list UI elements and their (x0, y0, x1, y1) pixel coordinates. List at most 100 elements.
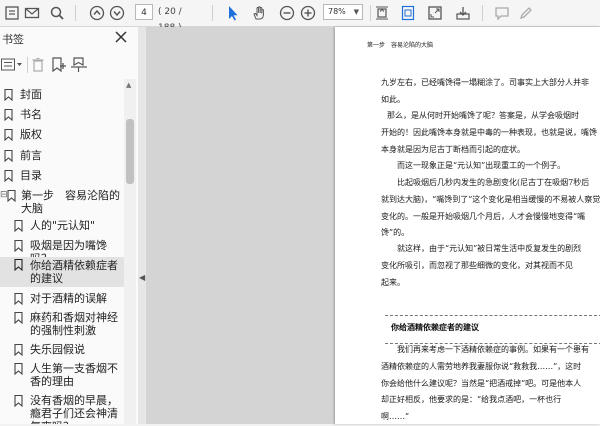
fullscreen-icon[interactable] (425, 3, 445, 23)
bookmark-item[interactable]: 前言 (0, 148, 124, 164)
main-toolbar: 4 ( 20 / 188 ) 78% ▼ (0, 0, 600, 33)
panel-splitter[interactable]: ◀ (138, 27, 146, 424)
bookmark-label: 麻药和香烟对神经的强制性刺激 (30, 311, 118, 337)
paragraph: 就到达大脑)，“嘴馋到了”这个变化是相当缓慢的不易被人察觉的 变化的。一般是开始… (381, 192, 600, 242)
zoom-select[interactable]: 78% ▼ (323, 4, 363, 20)
text-line: 我们再来考虑一下酒精依赖症的事例。如果有一个患有 (397, 345, 589, 354)
paragraph: 而这一现象正是“元认知”出现重工的一个例子。 (397, 158, 600, 175)
bookmark-icon (14, 259, 23, 271)
scroll-up-icon[interactable]: ▲ (126, 81, 131, 89)
bookmark-item[interactable]: 版权 (0, 127, 124, 143)
bookmark-label: 没有香烟的早晨，瘾君子们还会神清气爽吗？ (30, 394, 118, 424)
bookmark-item[interactable]: 人的"元认知" (0, 218, 124, 234)
prev-page-icon[interactable] (87, 3, 107, 23)
options-menu-icon[interactable] (1, 56, 23, 74)
paragraph: 那么，是从何时开始嘴馋了呢？答案是，从学会吸烟时 (387, 108, 600, 125)
zoom-in-icon[interactable] (298, 3, 318, 23)
page-number-input[interactable]: 4 (135, 4, 153, 20)
bookmark-item[interactable]: 对于酒精的误解 (0, 291, 124, 307)
text-line: 而这一现象正是“元认知”出现重工的一个例子。 (397, 161, 566, 170)
running-head: 第一步 容易沦陷的大脑 (367, 42, 434, 49)
text-line: 开始的！因此嘴馋本身就是中毒的一种表现，也就是说，嘴馋 (381, 128, 597, 137)
text-line: 啊……” (381, 412, 410, 422)
email-icon[interactable] (22, 3, 42, 23)
paragraph: 变化所吸引，而忽视了那些细微的变化，对其视而不见 起来。 (381, 258, 596, 291)
close-icon[interactable] (114, 30, 128, 44)
text-line: 变化的。一般是开始吸烟几个月后，人才会慢慢地变得“嘴 (381, 211, 586, 221)
paragraph: 比起吸烟后几秒内发生的急剧变化(尼古丁在吸烟7秒后 (397, 175, 600, 192)
bookmark-item[interactable]: 麻药和香烟对神经的强制性刺激 (0, 310, 124, 340)
bookmark-item[interactable]: 书名 (0, 107, 124, 123)
actual-size-icon[interactable] (398, 3, 418, 23)
text-line: 却正好相反，他要求的是：“给我点酒吧，一杯也行 (381, 395, 562, 405)
bookmark-icon (14, 293, 23, 305)
delete-bookmark-icon[interactable] (31, 56, 45, 74)
zoom-value: 78% (328, 7, 346, 16)
collapse-panel-icon[interactable]: ◀ (139, 273, 145, 282)
bookmark-item[interactable]: 吸烟是因为嘴馋吗？ (0, 238, 124, 265)
bookmark-label: 书名 (20, 108, 42, 121)
bookmark-label: 前言 (20, 149, 42, 162)
bookmark-icon (14, 220, 23, 232)
search-icon[interactable] (47, 3, 67, 23)
bookmark-icon (14, 344, 23, 356)
comment-icon[interactable] (492, 3, 512, 23)
select-cursor-icon[interactable] (223, 3, 243, 23)
next-page-icon[interactable] (107, 3, 127, 23)
document-page: 第一步 容易沦陷的大脑 九岁左右，已经嘴馋得一塌糊涂了。司事实上大部分人并非 如… (335, 27, 600, 424)
bookmark-icon (4, 129, 13, 141)
bookmark-item[interactable]: 失乐园假说 (0, 342, 124, 358)
bookmark-label: 对于酒精的误解 (30, 292, 107, 305)
text-line: 就这样，由于“元认知”被日常生活中反复发生的剧烈 (397, 244, 582, 253)
bookmark-icon (14, 395, 23, 407)
bookmark-icon (14, 240, 23, 252)
pen-icon[interactable] (516, 3, 536, 23)
text-line: 比起吸烟后几秒内发生的急剧变化(尼古丁在吸烟7秒后 (397, 178, 590, 187)
bookmark-toolbar (0, 55, 138, 77)
toolbar-separator (27, 57, 28, 73)
sidebar-scrollbar[interactable]: ▲ (124, 79, 136, 424)
export-icon[interactable] (453, 3, 473, 23)
bookmark-icon (4, 109, 13, 121)
bookmark-label: 目录 (20, 169, 42, 182)
text-line: 九岁左右，已经嘴馋得一塌糊涂了。司事实上大部分人并非 (381, 78, 589, 87)
text-line: 酒精依赖症的人需劳地养我妻服你说“救救我……”，这时 (381, 362, 582, 371)
text-line: 如此。 (381, 94, 405, 104)
bookmark-icon (7, 190, 16, 202)
scrollbar-thumb[interactable] (126, 119, 134, 184)
bookmark-label: 人生第一支香烟不香的理由 (30, 362, 118, 388)
paragraph: 就这样，由于“元认知”被日常生活中反复发生的剧烈 (397, 241, 600, 258)
bookmark-icon (4, 150, 13, 162)
toolbar-separator (212, 5, 213, 21)
text-line: 馋”的。 (381, 228, 410, 238)
zoom-out-icon[interactable] (277, 3, 297, 23)
bookmark-settings-icon[interactable] (70, 56, 88, 74)
bookmark-icon (4, 170, 13, 182)
bookmark-item[interactable]: 目录 (0, 168, 124, 184)
bookmark-icon (14, 312, 23, 324)
toolbar-separator (75, 5, 76, 21)
bookmark-item[interactable]: 人生第一支香烟不香的理由 (0, 361, 124, 391)
viewer-background (146, 27, 335, 424)
bookmark-item[interactable]: 没有香烟的早晨，瘾君子们还会神清气爽吗？ (0, 393, 124, 424)
paragraph: 开始的！因此嘴馋本身就是中毒的一种表现，也就是说，嘴馋 本身就是因为尼古丁断档而… (381, 125, 597, 158)
print-icon[interactable] (2, 3, 22, 23)
bookmark-item-selected[interactable]: 你给酒精依赖症者的建议 (0, 257, 124, 287)
toolbar-separator (370, 5, 371, 21)
chevron-down-icon: ▼ (353, 8, 359, 16)
text-line: 那么，是从何时开始嘴馋了呢？答案是，从学会吸烟时 (387, 111, 579, 120)
bookmark-icon (14, 363, 23, 375)
text-line: 起来。 (381, 277, 405, 287)
panel-title: 书签 (2, 33, 24, 46)
bookmark-item-chapter-1[interactable]: ⊟ 第一步 容易沦陷的大脑 (0, 188, 124, 218)
add-bookmark-icon[interactable] (50, 56, 68, 74)
text-line: 就到达大脑)，“嘴馋到了”这个变化是相当缓慢的不易被人察觉的 (381, 195, 600, 204)
section-heading: 你给酒精依赖症者的建议 (391, 322, 479, 332)
bookmark-item[interactable]: 封面 (0, 87, 124, 103)
toolbar-separator (482, 5, 483, 21)
paragraph: 我们再来考虑一下酒精依赖症的事例。如果有一个患有 (397, 342, 600, 359)
fit-page-icon[interactable] (372, 3, 392, 23)
hand-tool-icon[interactable] (249, 3, 269, 23)
bookmark-icon (4, 89, 13, 101)
bookmark-label: 人的"元认知" (30, 219, 96, 232)
